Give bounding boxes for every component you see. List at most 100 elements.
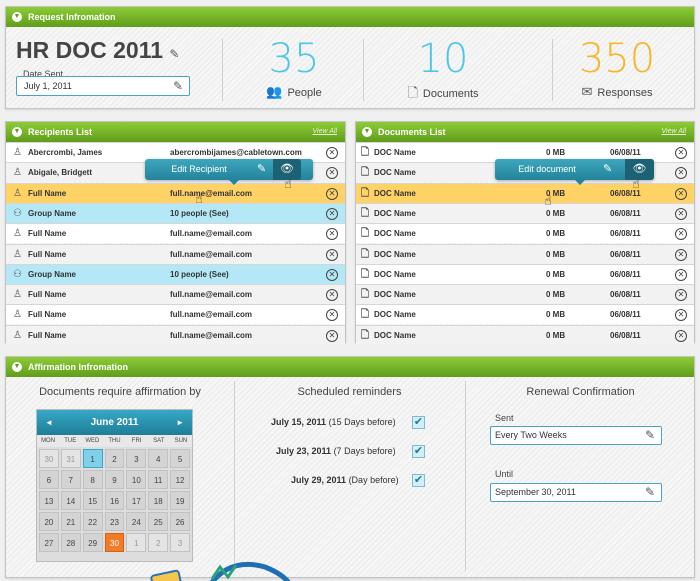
until-field[interactable]: September 30, 2011 ✎ xyxy=(490,483,662,502)
edit-title-pencil-icon[interactable]: ✎ xyxy=(169,47,179,61)
remove-icon[interactable]: ✕ xyxy=(326,248,338,261)
affirmation-header[interactable]: ▼ Affirmation Infromation xyxy=(6,357,694,377)
remove-icon[interactable]: ✕ xyxy=(326,187,338,200)
document-row[interactable]: 🗋 DOC Name 0 MB 06/08/11 ✕ xyxy=(356,182,694,203)
calendar-day[interactable]: 30 xyxy=(39,449,59,468)
recipients-header[interactable]: ▼ Recipients List View All xyxy=(6,122,345,142)
remove-icon[interactable]: ✕ xyxy=(326,147,338,159)
calendar-day[interactable]: 18 xyxy=(148,491,169,510)
calendar-day[interactable]: 2 xyxy=(148,533,169,552)
remove-icon[interactable]: ✕ xyxy=(675,309,687,322)
calendar-day[interactable]: 5 xyxy=(170,449,190,468)
edit-document-button[interactable]: Edit document xyxy=(495,159,599,180)
reminder-checkbox[interactable]: ✔ xyxy=(412,474,425,487)
calendar-day[interactable]: 9 xyxy=(104,470,125,489)
recipient-row[interactable]: ♙ Full Name full.name@email.com ✕ xyxy=(6,182,345,203)
calendar-day[interactable]: 26 xyxy=(170,512,190,531)
document-row[interactable]: 🗋 DOC Name 0 MB 06/08/11 ✕ xyxy=(356,284,694,305)
remove-icon[interactable]: ✕ xyxy=(675,289,687,302)
remove-icon[interactable]: ✕ xyxy=(326,228,338,241)
date-sent-field[interactable]: July 1, 2011 ✎ xyxy=(16,76,190,96)
calendar-day[interactable]: 6 xyxy=(39,470,59,489)
calendar-day[interactable]: 3 xyxy=(170,533,190,552)
calendar-day[interactable]: 13 xyxy=(39,491,59,510)
collapse-icon[interactable]: ▼ xyxy=(362,127,372,137)
recipient-row[interactable]: ♙ Full Name full.name@email.com ✕ xyxy=(6,324,345,345)
sent-field[interactable]: Every Two Weeks ✎ xyxy=(490,426,662,445)
view-all-documents-link[interactable]: View All xyxy=(661,122,686,142)
remove-icon[interactable]: ✕ xyxy=(326,309,338,322)
document-row[interactable]: 🗋 DOC Name 0 MB 06/08/11 ✕ xyxy=(356,324,694,345)
view-all-recipients-link[interactable]: View All xyxy=(312,122,337,142)
remove-icon[interactable]: ✕ xyxy=(326,207,338,220)
calendar-day[interactable]: 8 xyxy=(82,470,103,489)
remove-icon[interactable]: ✕ xyxy=(675,228,687,241)
recipient-row[interactable]: ♙ Full Name full.name@email.com ✕ xyxy=(6,304,345,325)
recipient-row[interactable]: ⚇ Group Name 10 people (See) ✕ xyxy=(6,202,345,223)
calendar-day[interactable]: 10 xyxy=(126,470,147,489)
recipient-row[interactable]: ⚇ Group Name 10 people (See) ✕ xyxy=(6,263,345,284)
remove-icon[interactable]: ✕ xyxy=(675,167,687,180)
calendar-day[interactable]: 20 xyxy=(39,512,59,531)
edit-pencil-icon[interactable]: ✎ xyxy=(257,159,266,180)
document-row[interactable]: 🗋 DOC Name 0 MB 06/08/11 ✕ xyxy=(356,223,694,244)
document-row[interactable]: 🗋 DOC Name 0 MB 06/08/11 ✕ xyxy=(356,243,694,264)
calendar-day[interactable]: 19 xyxy=(170,491,190,510)
edit-pencil-icon[interactable]: ✎ xyxy=(603,159,612,180)
calendar-day[interactable]: 3 xyxy=(126,449,147,468)
calendar-day[interactable]: 14 xyxy=(60,491,81,510)
current-day[interactable]: 1 xyxy=(82,449,103,468)
remove-icon[interactable]: ✕ xyxy=(326,167,338,180)
remove-icon[interactable]: ✕ xyxy=(675,187,687,200)
calendar-day[interactable]: 7 xyxy=(60,470,81,489)
calendar-day[interactable]: 29 xyxy=(82,533,103,552)
recipient-row[interactable]: ♙ Full Name full.name@email.com ✕ xyxy=(6,284,345,305)
remove-icon[interactable]: ✕ xyxy=(326,289,338,302)
collapse-icon[interactable]: ▼ xyxy=(12,362,22,372)
collapse-icon[interactable]: ▼ xyxy=(12,12,22,22)
remove-icon[interactable]: ✕ xyxy=(675,147,687,159)
recipient-row[interactable]: ♙ Full Name full.name@email.com ✕ xyxy=(6,223,345,244)
remove-icon[interactable]: ✕ xyxy=(675,207,687,220)
calendar-day[interactable]: 11 xyxy=(148,470,169,489)
calendar-day[interactable]: 25 xyxy=(148,512,169,531)
calendar-day[interactable]: 16 xyxy=(104,491,125,510)
document-row[interactable]: 🗋 DOC Name 0 MB 06/08/11 ✕ xyxy=(356,263,694,284)
remove-icon[interactable]: ✕ xyxy=(675,329,687,342)
calendar-day[interactable]: 4 xyxy=(148,449,169,468)
calendar-day[interactable]: 24 xyxy=(126,512,147,531)
calendar-day[interactable]: 21 xyxy=(60,512,81,531)
edit-sent-pencil-icon[interactable]: ✎ xyxy=(645,427,655,444)
document-row[interactable]: 🗋 DOC Name 0 MB 06/08/11 ✕ xyxy=(356,202,694,223)
prev-month-arrow-icon[interactable]: ◄ xyxy=(45,410,53,435)
reminder-checkbox[interactable]: ✔ xyxy=(412,416,425,429)
documents-header[interactable]: ▼ Documents List View All xyxy=(356,122,694,142)
reminder-checkbox[interactable]: ✔ xyxy=(412,445,425,458)
calendar-day[interactable]: 15 xyxy=(82,491,103,510)
documents-stat[interactable]: 10 🗋 Documents xyxy=(378,37,508,106)
remove-icon[interactable]: ✕ xyxy=(326,329,338,342)
responses-stat[interactable]: 350 ✉ Responses xyxy=(552,37,682,100)
people-stat[interactable]: 35 👥 People xyxy=(229,37,359,100)
calendar-day[interactable]: 31 xyxy=(60,449,81,468)
edit-until-pencil-icon[interactable]: ✎ xyxy=(645,484,655,501)
collapse-icon[interactable]: ▼ xyxy=(12,127,22,137)
calendar-day[interactable]: 28 xyxy=(60,533,81,552)
edit-recipient-button[interactable]: Edit Recipient xyxy=(145,159,253,180)
selected-day[interactable]: 30 xyxy=(104,533,125,552)
calendar-day[interactable]: 27 xyxy=(39,533,59,552)
remove-icon[interactable]: ✕ xyxy=(675,248,687,261)
calendar-day[interactable]: 22 xyxy=(82,512,103,531)
recipient-row[interactable]: ♙ Full Name full.name@email.com ✕ xyxy=(6,243,345,264)
remove-icon[interactable]: ✕ xyxy=(326,268,338,281)
calendar-day[interactable]: 1 xyxy=(126,533,147,552)
calendar-day[interactable]: 2 xyxy=(104,449,125,468)
edit-date-pencil-icon[interactable]: ✎ xyxy=(173,77,183,95)
calendar-day[interactable]: 12 xyxy=(170,470,190,489)
calendar[interactable]: ◄ June 2011 ► MON TUE WED THU FRI SAT SUN 30 31… xyxy=(36,409,193,562)
calendar-day[interactable]: 23 xyxy=(104,512,125,531)
document-row[interactable]: 🗋 DOC Name 0 MB 06/08/11 ✕ xyxy=(356,304,694,325)
remove-icon[interactable]: ✕ xyxy=(675,268,687,281)
request-information-header[interactable]: ▼ Request Infromation xyxy=(6,7,694,27)
calendar-day[interactable]: 17 xyxy=(126,491,147,510)
